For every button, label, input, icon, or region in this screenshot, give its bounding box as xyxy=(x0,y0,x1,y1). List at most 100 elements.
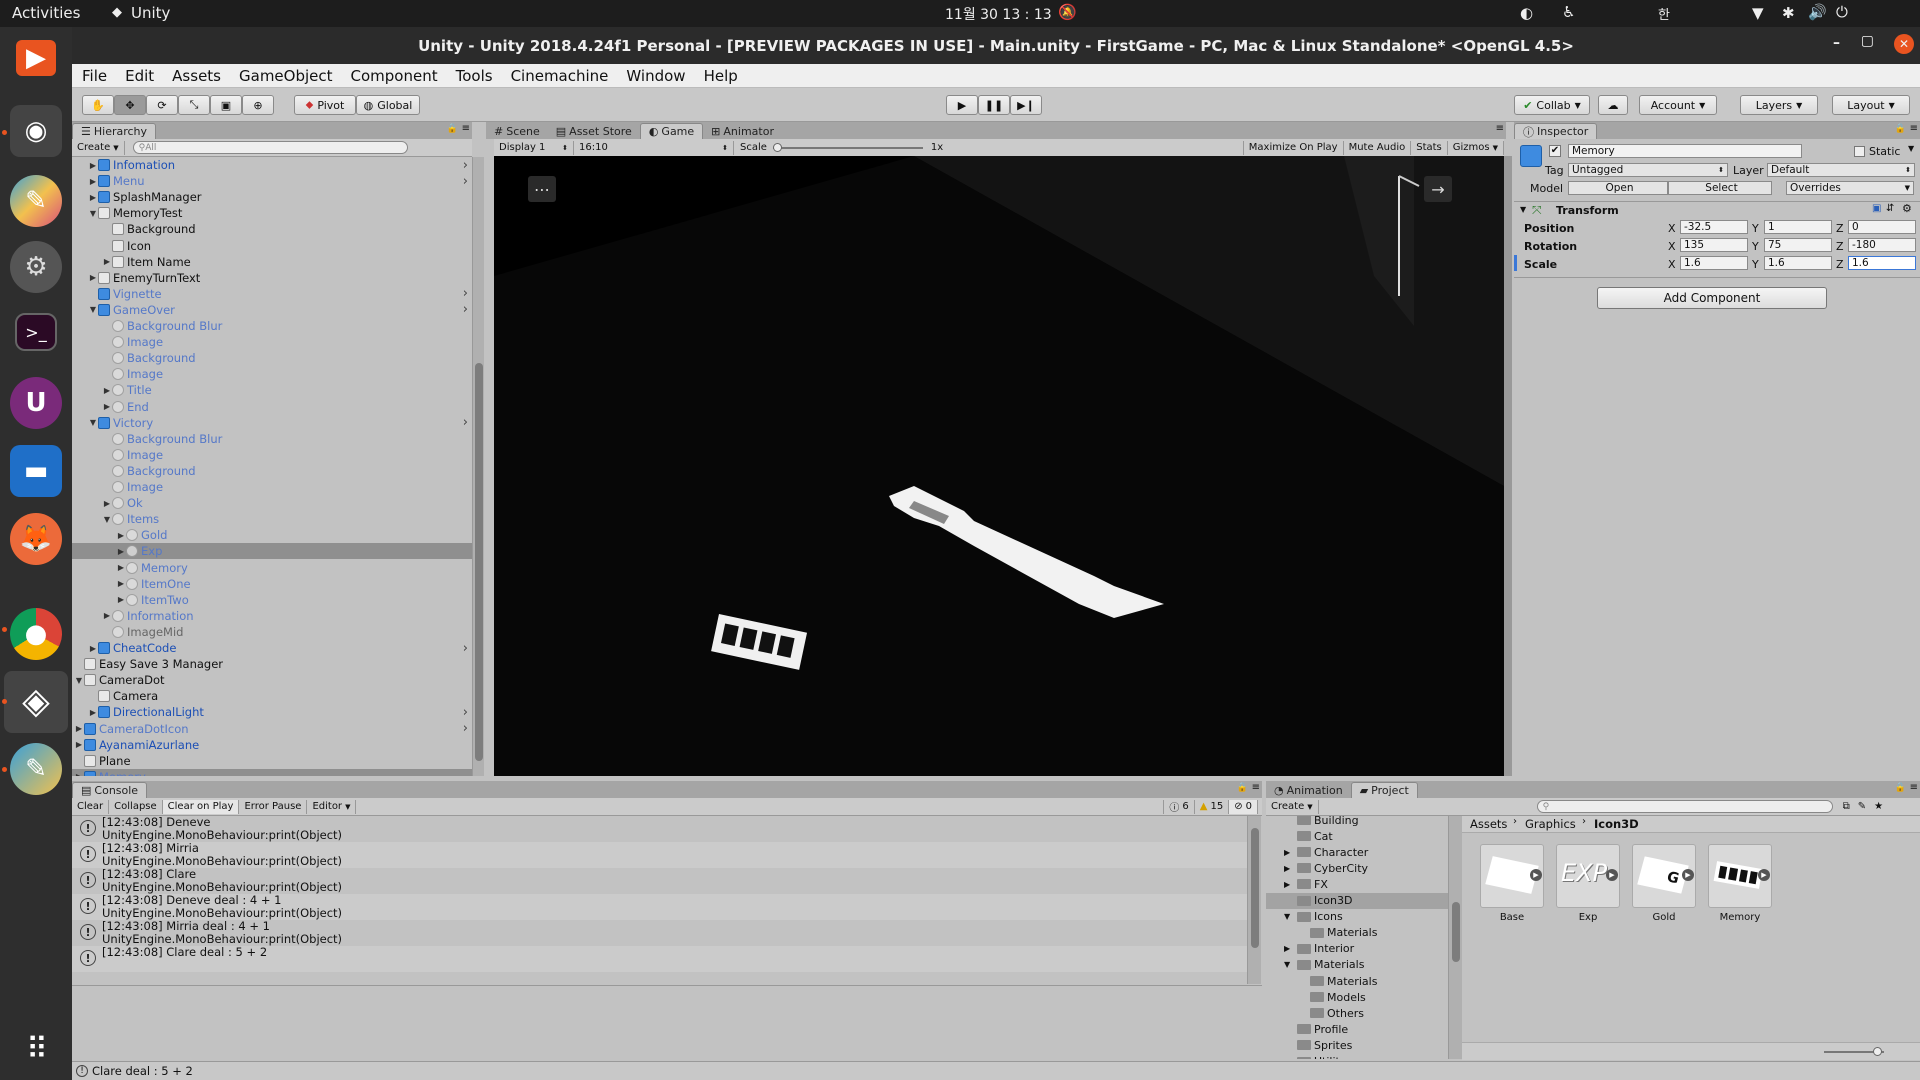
hierarchy-item[interactable]: ▼ GameOver › xyxy=(72,302,472,318)
collab-dropdown[interactable]: ✔ Collab ▼ xyxy=(1514,95,1590,115)
hierarchy-create-button[interactable]: Create ▼ xyxy=(72,140,125,155)
select-button[interactable]: Select xyxy=(1668,181,1772,195)
hierarchy-item[interactable]: Background Blur xyxy=(72,318,472,334)
active-checkbox[interactable]: ✔ xyxy=(1549,145,1561,157)
menu-gameobject[interactable]: GameObject xyxy=(239,67,333,85)
hierarchy-item[interactable]: ▶ EnemyTurnText xyxy=(72,270,472,286)
hierarchy-item[interactable]: ▶ AyanamiAzurlane xyxy=(72,737,472,753)
scale-z-input[interactable]: 1.6 xyxy=(1848,256,1916,270)
mute-audio-toggle[interactable]: Mute Audio xyxy=(1344,140,1412,155)
open-prefab-chevron-icon[interactable]: › xyxy=(463,641,468,656)
collapsed-arrow-icon[interactable]: ▶ xyxy=(116,547,126,556)
wifi-icon[interactable]: ▼ xyxy=(1752,4,1764,22)
breadcrumb-assets[interactable]: Assets xyxy=(1470,817,1507,831)
terminal-icon[interactable]: >_ xyxy=(15,313,57,351)
position-y-input[interactable]: 1 xyxy=(1764,220,1832,234)
hierarchy-item[interactable]: ▶ Title xyxy=(72,382,472,398)
expanded-arrow-icon[interactable]: ▼ xyxy=(74,676,84,685)
thumbnail-size-knob[interactable] xyxy=(1873,1047,1882,1056)
rotation-y-input[interactable]: 75 xyxy=(1764,238,1832,252)
collapsed-arrow-icon[interactable]: ▶ xyxy=(88,193,98,202)
sync-icon[interactable]: ◐ xyxy=(1520,4,1533,22)
folder-item[interactable]: ▼ Materials xyxy=(1266,957,1448,973)
open-prefab-chevron-icon[interactable]: › xyxy=(463,174,468,189)
settings-gear-icon[interactable]: ⚙ xyxy=(10,241,62,293)
menu-help[interactable]: Help xyxy=(704,67,738,85)
hierarchy-item[interactable]: Easy Save 3 Manager xyxy=(72,656,472,672)
collapsed-arrow-icon[interactable]: ▶ xyxy=(1284,848,1294,857)
hierarchy-item[interactable]: ▶ ItemTwo xyxy=(72,592,472,608)
expanded-arrow-icon[interactable]: ▼ xyxy=(88,209,98,218)
panel-menu-icon[interactable]: ≡ xyxy=(1910,782,1918,793)
screenshot-tool-icon[interactable]: ◉ xyxy=(10,105,62,157)
console-entry[interactable]: ! [12:43:08] Deneve deal : 4 + 1 UnityEngi… xyxy=(72,894,1247,920)
filter-label-icon[interactable]: ✎ xyxy=(1858,801,1866,812)
volume-icon[interactable]: 🔊 xyxy=(1808,3,1827,21)
move-tool-icon[interactable]: ✥ xyxy=(114,95,146,115)
hierarchy-item[interactable]: Image xyxy=(72,479,472,495)
error-count-toggle[interactable]: ⊘ 0 xyxy=(1229,799,1258,814)
collapsed-arrow-icon[interactable]: ▶ xyxy=(102,611,112,620)
add-component-button[interactable]: Add Component xyxy=(1597,287,1827,309)
account-dropdown[interactable]: Account ▼ xyxy=(1639,95,1717,115)
scrollbar-thumb[interactable] xyxy=(1251,828,1259,948)
favorite-star-icon[interactable]: ★ xyxy=(1874,801,1883,812)
static-checkbox[interactable] xyxy=(1854,146,1865,157)
collapsed-arrow-icon[interactable]: ▶ xyxy=(74,740,84,749)
open-button[interactable]: Open xyxy=(1568,181,1668,195)
menu-file[interactable]: File xyxy=(82,67,107,85)
scrollbar-thumb[interactable] xyxy=(475,363,483,761)
folder-item[interactable]: Icon3D xyxy=(1266,892,1448,909)
menu-tools[interactable]: Tools xyxy=(456,67,493,85)
collapsed-arrow-icon[interactable]: ▶ xyxy=(116,531,126,540)
pivot-toggle[interactable]: ⬥ Pivot xyxy=(294,95,356,115)
dropdown-arrow-icon[interactable]: ▼ xyxy=(1908,144,1914,153)
collapsed-arrow-icon[interactable]: ▶ xyxy=(102,257,112,266)
panel-menu-icon[interactable]: ≡ xyxy=(1252,782,1260,793)
expanded-arrow-icon[interactable]: ▼ xyxy=(1284,912,1294,921)
hierarchy-search-input[interactable]: ⚲ All xyxy=(132,141,408,154)
hierarchy-item[interactable]: ▶ Item Name xyxy=(72,254,472,270)
hierarchy-item[interactable]: ▼ Items xyxy=(72,511,472,527)
video-player-icon[interactable]: ▶ xyxy=(16,40,56,76)
hand-tool-icon[interactable]: ✋ xyxy=(82,95,114,115)
collapsed-arrow-icon[interactable]: ▶ xyxy=(102,402,112,411)
hierarchy-item[interactable]: ▶ CameraDotIcon › xyxy=(72,721,472,737)
close-icon[interactable]: ✕ xyxy=(1894,34,1914,54)
folder-item[interactable]: ▼ Icons xyxy=(1266,909,1448,925)
console-entry[interactable]: ! [12:43:08] Mirria UnityEngine.MonoBehavi… xyxy=(72,842,1247,868)
collapsed-arrow-icon[interactable]: ▶ xyxy=(88,273,98,282)
info-count-toggle[interactable]: ⓘ 6 xyxy=(1163,799,1195,814)
lock-icon[interactable]: 🔒 xyxy=(1895,124,1906,134)
lock-icon[interactable]: 🔒 xyxy=(1895,783,1906,793)
folder-item[interactable]: Materials xyxy=(1266,925,1448,941)
console-editor-dropdown[interactable]: Editor ▼ xyxy=(307,799,357,814)
open-prefab-chevron-icon[interactable]: › xyxy=(463,415,468,430)
open-prefab-chevron-icon[interactable]: › xyxy=(463,158,468,173)
firefox-icon[interactable]: 🦊 xyxy=(10,513,62,565)
expanded-arrow-icon[interactable]: ▼ xyxy=(102,515,112,524)
minimize-icon[interactable]: – xyxy=(1833,35,1840,51)
display-dropdown[interactable]: Display 1 ⬍ xyxy=(494,140,574,155)
collapsed-arrow-icon[interactable]: ▶ xyxy=(74,772,84,776)
collapsed-arrow-icon[interactable]: ▶ xyxy=(116,563,126,572)
console-error-pause-toggle[interactable]: Error Pause xyxy=(239,799,308,814)
app-menu[interactable]: Unity xyxy=(131,4,170,22)
folder-item[interactable]: Utility xyxy=(1266,1054,1448,1059)
tab-animator[interactable]: ⊞ Animator xyxy=(703,123,782,139)
activities-button[interactable]: Activities xyxy=(12,4,80,22)
scale-x-input[interactable]: 1.6 xyxy=(1680,256,1748,270)
help-icon[interactable]: ▣ xyxy=(1872,203,1881,214)
hierarchy-item[interactable]: ▶ Memory xyxy=(72,768,472,776)
lock-icon[interactable]: 🔒 xyxy=(1237,783,1248,793)
folder-item[interactable]: Others xyxy=(1266,1005,1448,1021)
hierarchy-item[interactable]: Image xyxy=(72,334,472,350)
folder-item[interactable]: Materials xyxy=(1266,973,1448,989)
position-x-input[interactable]: -32.5 xyxy=(1680,220,1748,234)
folder-item[interactable]: ▶ CyberCity xyxy=(1266,860,1448,876)
show-apps-icon[interactable]: ⠿ xyxy=(10,1023,62,1075)
collapsed-arrow-icon[interactable]: ▶ xyxy=(116,595,126,604)
hierarchy-item[interactable]: ▶ CheatCode › xyxy=(72,640,472,656)
open-prefab-chevron-icon[interactable]: › xyxy=(463,286,468,301)
open-prefab-chevron-icon[interactable]: › xyxy=(463,705,468,720)
